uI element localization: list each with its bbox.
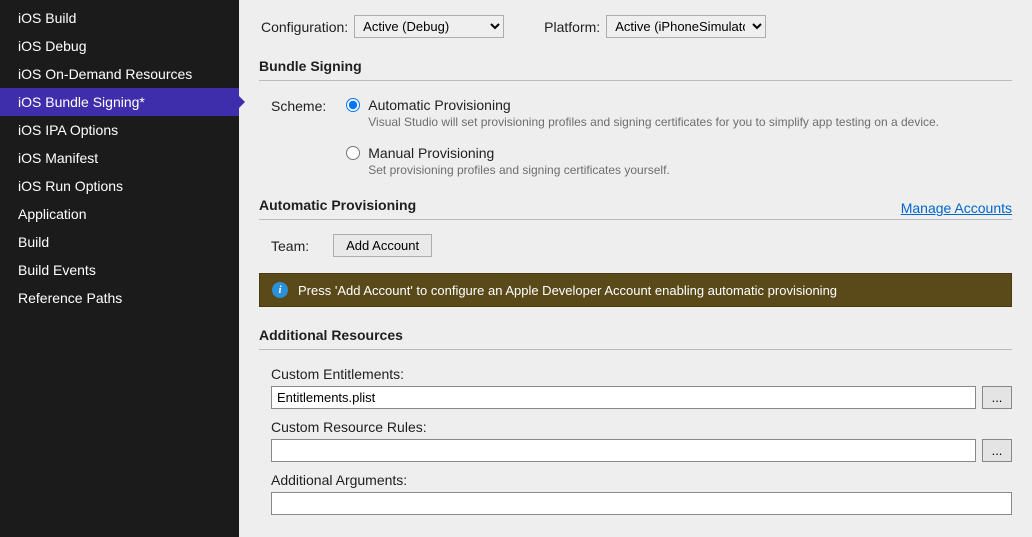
sidebar-item-label: Reference Paths xyxy=(18,290,122,306)
custom-entitlements-label: Custom Entitlements: xyxy=(271,366,1012,382)
sidebar-item-label: iOS IPA Options xyxy=(18,122,118,138)
sidebar: iOS Build iOS Debug iOS On-Demand Resour… xyxy=(0,0,239,537)
automatic-provisioning-label: Automatic Provisioning xyxy=(368,97,510,113)
custom-resource-rules-input[interactable] xyxy=(271,439,976,462)
sidebar-item-label: iOS Bundle Signing* xyxy=(18,94,145,110)
additional-arguments-input[interactable] xyxy=(271,492,1012,515)
automatic-provisioning-header: Automatic Provisioning xyxy=(259,197,416,219)
additional-resources-header: Additional Resources xyxy=(259,327,1012,350)
info-message: Press 'Add Account' to configure an Appl… xyxy=(298,283,837,298)
team-label: Team: xyxy=(271,238,309,254)
sidebar-item-label: iOS Run Options xyxy=(18,178,123,194)
manual-provisioning-desc: Set provisioning profiles and signing ce… xyxy=(368,163,1012,177)
manual-provisioning-label: Manual Provisioning xyxy=(368,145,494,161)
config-platform-row: Configuration: Active (Debug) Platform: … xyxy=(259,15,1012,38)
main-panel: Configuration: Active (Debug) Platform: … xyxy=(239,0,1032,537)
scheme-label: Scheme: xyxy=(271,98,326,114)
resource-rules-browse-button[interactable]: ... xyxy=(982,439,1012,462)
info-bar: i Press 'Add Account' to configure an Ap… xyxy=(259,273,1012,307)
sidebar-item-build-events[interactable]: Build Events xyxy=(0,256,239,284)
platform-select[interactable]: Active (iPhoneSimulator) xyxy=(606,15,766,38)
sidebar-item-label: Build Events xyxy=(18,262,96,278)
platform-label: Platform: xyxy=(544,19,600,35)
sidebar-item-label: Application xyxy=(18,206,87,222)
automatic-provisioning-radio[interactable] xyxy=(346,98,360,112)
sidebar-item-label: iOS Manifest xyxy=(18,150,98,166)
sidebar-item-ios-ipa[interactable]: iOS IPA Options xyxy=(0,116,239,144)
sidebar-item-ios-build[interactable]: iOS Build xyxy=(0,4,239,32)
additional-arguments-label: Additional Arguments: xyxy=(271,472,1012,488)
sidebar-item-ios-bundle-signing[interactable]: iOS Bundle Signing* xyxy=(0,88,239,116)
scheme-radio-group: Automatic Provisioning Visual Studio wil… xyxy=(346,97,1012,177)
sidebar-item-build[interactable]: Build xyxy=(0,228,239,256)
sidebar-item-ios-ondemand[interactable]: iOS On-Demand Resources xyxy=(0,60,239,88)
automatic-provisioning-desc: Visual Studio will set provisioning prof… xyxy=(368,115,1012,129)
entitlements-browse-button[interactable]: ... xyxy=(982,386,1012,409)
sidebar-item-label: Build xyxy=(18,234,49,250)
bundle-signing-header: Bundle Signing xyxy=(259,58,1012,81)
configuration-select[interactable]: Active (Debug) xyxy=(354,15,504,38)
sidebar-item-label: iOS Build xyxy=(18,10,76,26)
sidebar-item-ios-manifest[interactable]: iOS Manifest xyxy=(0,144,239,172)
custom-entitlements-input[interactable] xyxy=(271,386,976,409)
sidebar-item-reference-paths[interactable]: Reference Paths xyxy=(0,284,239,312)
manage-accounts-link[interactable]: Manage Accounts xyxy=(901,200,1012,216)
custom-resource-rules-label: Custom Resource Rules: xyxy=(271,419,1012,435)
manual-provisioning-radio[interactable] xyxy=(346,146,360,160)
sidebar-item-ios-debug[interactable]: iOS Debug xyxy=(0,32,239,60)
add-account-button[interactable]: Add Account xyxy=(333,234,432,257)
sidebar-item-label: iOS On-Demand Resources xyxy=(18,66,192,82)
sidebar-item-label: iOS Debug xyxy=(18,38,86,54)
info-icon: i xyxy=(272,282,288,298)
sidebar-item-ios-run[interactable]: iOS Run Options xyxy=(0,172,239,200)
sidebar-item-application[interactable]: Application xyxy=(0,200,239,228)
configuration-label: Configuration: xyxy=(261,19,348,35)
